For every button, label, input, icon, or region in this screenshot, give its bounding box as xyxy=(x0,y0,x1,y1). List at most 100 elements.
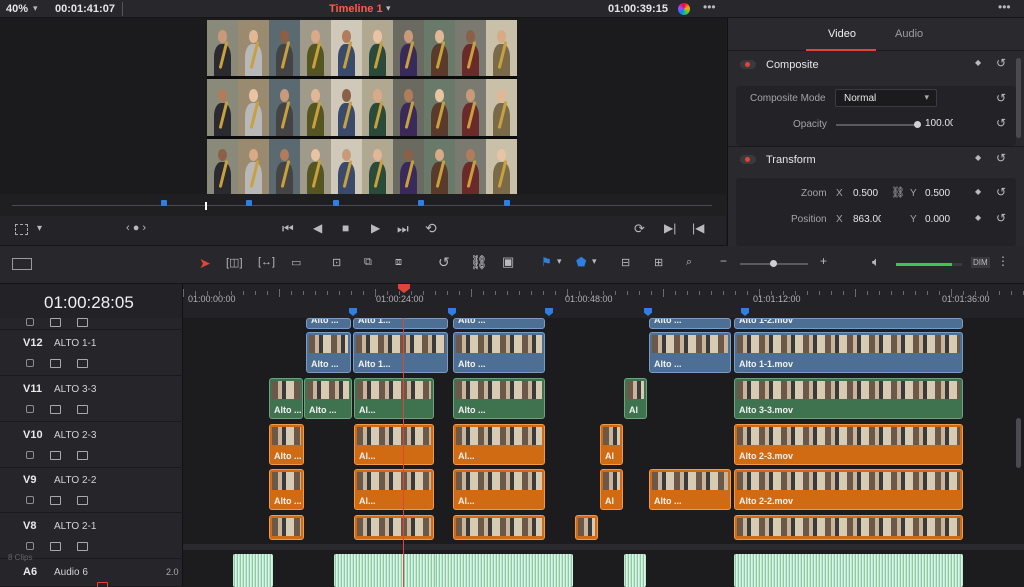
lock-icon[interactable] xyxy=(26,542,34,550)
timeline-clip[interactable]: Alto 1... xyxy=(353,332,448,373)
timeline-clip[interactable] xyxy=(734,515,963,540)
skip-back-icon[interactable]: ⏮ xyxy=(282,221,294,237)
viewer-options-icon[interactable] xyxy=(15,224,28,235)
timeline-clip[interactable]: Al... xyxy=(453,424,545,465)
track-enable-icon[interactable] xyxy=(77,496,88,505)
reset-icon[interactable]: ↺ xyxy=(996,211,1006,225)
dynamic-trim-icon[interactable]: [↔] xyxy=(258,256,275,268)
marker[interactable] xyxy=(246,200,252,206)
timeline-clip[interactable]: Alto 1-2.mov xyxy=(734,318,963,329)
inspector-scrollbar[interactable] xyxy=(1016,58,1021,138)
zoom-out-icon[interactable]: − xyxy=(720,254,727,268)
timeline-clip[interactable]: Al... xyxy=(354,424,434,465)
current-timecode[interactable]: 01:00:28:05 xyxy=(44,293,134,313)
link-icon[interactable]: ⛓ xyxy=(470,254,488,271)
tab-audio[interactable]: Audio xyxy=(895,28,923,40)
track-enable-icon[interactable] xyxy=(77,405,88,414)
playhead-line[interactable] xyxy=(403,318,404,587)
auto-select-icon[interactable] xyxy=(50,451,61,460)
track-enable-icon[interactable] xyxy=(77,542,88,551)
zoom-level[interactable]: 40% xyxy=(6,3,28,15)
reset-icon[interactable]: ↺ xyxy=(996,91,1006,105)
timeline-clip[interactable]: Alto ... xyxy=(269,378,303,419)
viewer-scrubber[interactable] xyxy=(0,194,726,216)
timeline-clip[interactable] xyxy=(575,515,598,540)
track-header-a6[interactable]: 8 Clips A6 Audio 6 2.0 xyxy=(0,553,183,587)
track-name[interactable]: ALTO 2-1 xyxy=(54,521,96,532)
timeline-clip[interactable]: Alto ... xyxy=(269,424,304,465)
track-name[interactable]: ALTO 3-3 xyxy=(54,384,96,395)
lock-icon[interactable]: ▣ xyxy=(502,254,514,270)
timeline-clip[interactable]: Alto ... xyxy=(306,318,351,329)
more-icon[interactable]: ••• xyxy=(703,0,716,14)
lock-icon[interactable] xyxy=(26,405,34,413)
timeline-clip[interactable]: Alto ... xyxy=(453,332,545,373)
zoom-x-value[interactable]: 0.500 xyxy=(853,188,878,199)
timeline-clip[interactable] xyxy=(453,515,545,540)
zoom-y-value[interactable]: 0.500 xyxy=(925,188,950,199)
loop-icon[interactable]: ⟲ xyxy=(425,220,437,237)
opacity-slider[interactable] xyxy=(836,121,921,128)
volume-slider[interactable] xyxy=(896,263,962,266)
replace-icon[interactable]: ⧈ xyxy=(395,256,402,269)
prev-edit-icon[interactable]: |◀ xyxy=(692,221,704,235)
timeline-clip[interactable]: Alto ... xyxy=(649,469,731,510)
select-arrow-icon[interactable]: ➤ xyxy=(199,255,211,272)
timeline-clip[interactable]: Al xyxy=(600,424,623,465)
composite-title[interactable]: Composite xyxy=(766,59,819,71)
timeline-clip[interactable]: Alto ... xyxy=(453,378,545,419)
timeline-clip[interactable]: Al xyxy=(624,378,647,419)
lock-icon[interactable] xyxy=(26,496,34,504)
track-header-v12[interactable]: V12 ALTO 1-1 xyxy=(0,330,183,376)
timeline-clip[interactable]: Al... xyxy=(354,378,434,419)
chevron-down-icon[interactable]: ▾ xyxy=(386,3,391,14)
timeline-clip[interactable]: Alto ... xyxy=(304,378,352,419)
timeline-clip[interactable] xyxy=(354,515,434,540)
zoom-detail-icon[interactable]: ⊞ xyxy=(654,256,663,269)
layout-icon[interactable] xyxy=(12,258,32,270)
auto-select-icon[interactable] xyxy=(50,359,61,368)
reset-icon[interactable]: ↺ xyxy=(996,185,1006,199)
transform-title[interactable]: Transform xyxy=(766,154,816,166)
reset-icon[interactable]: ↺ xyxy=(996,116,1006,130)
position-y-value[interactable]: 0.000 xyxy=(925,214,950,225)
more-icon[interactable]: ⋮ xyxy=(997,254,1009,268)
lock-icon[interactable] xyxy=(26,359,34,367)
track-name[interactable]: Audio 6 xyxy=(54,567,88,578)
audio-waveform[interactable] xyxy=(734,554,963,587)
skip-forward-icon[interactable]: ⏭ xyxy=(397,221,409,237)
more-icon[interactable]: ••• xyxy=(998,0,1011,14)
insert-icon[interactable]: ⊡ xyxy=(332,256,341,269)
chevron-down-icon[interactable]: ▾ xyxy=(37,223,42,234)
auto-select-icon[interactable] xyxy=(50,542,61,551)
track-name[interactable]: ALTO 2-3 xyxy=(54,430,96,441)
timeline-ruler[interactable]: 01:00:00:00 01:00:24:00 01:00:48:00 01:0… xyxy=(183,284,1024,318)
chevron-down-icon[interactable]: ▾ xyxy=(33,3,38,14)
lock-icon[interactable] xyxy=(26,451,34,459)
track-header-v10[interactable]: V10 ALTO 2-3 xyxy=(0,422,183,468)
blade-icon[interactable]: ▭ xyxy=(291,256,301,269)
jog-icon[interactable]: ‹ ● › xyxy=(126,222,146,234)
timeline-clip[interactable]: Alto ... xyxy=(453,318,545,329)
timeline-clip[interactable]: Al... xyxy=(453,469,545,510)
track-enable-icon[interactable] xyxy=(77,451,88,460)
snap-icon[interactable]: ↺ xyxy=(438,254,450,271)
chevron-down-icon[interactable]: ▾ xyxy=(557,256,562,267)
audio-waveform[interactable] xyxy=(435,554,573,587)
color-wheel-icon[interactable] xyxy=(678,3,690,15)
zoom-in-icon[interactable]: + xyxy=(820,254,827,268)
match-frame-icon[interactable]: ⟳ xyxy=(634,221,645,237)
timeline-clip[interactable]: Alto ... xyxy=(306,332,351,373)
track-header-v9[interactable]: V9 ALTO 2-2 xyxy=(0,467,183,513)
play-icon[interactable]: ▶ xyxy=(371,221,380,235)
keyframe-icon[interactable]: ◆ xyxy=(975,213,981,222)
zoom-custom-icon[interactable]: ⌕ xyxy=(686,256,692,269)
speaker-icon[interactable]: 🔈︎ xyxy=(872,254,880,270)
tab-video[interactable]: Video xyxy=(828,28,856,40)
timeline-clip[interactable]: Alto 1... xyxy=(353,318,448,329)
timeline-scrollbar[interactable] xyxy=(1016,418,1021,468)
step-back-icon[interactable]: ◀ xyxy=(313,221,322,235)
dim-button[interactable]: DIM xyxy=(971,257,990,268)
timeline-clip[interactable]: Alto ... xyxy=(649,318,731,329)
timeline-clip[interactable]: Alto ... xyxy=(649,332,731,373)
